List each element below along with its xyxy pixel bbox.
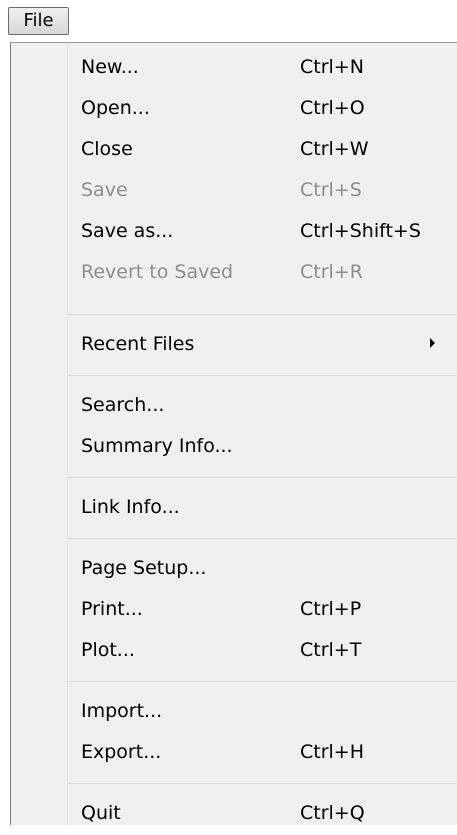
menu-item-search[interactable]: Search... bbox=[11, 387, 457, 427]
menu-item-save-as[interactable]: Save as... Ctrl+Shift+S bbox=[11, 213, 457, 253]
menu-item-close[interactable]: Close Ctrl+W bbox=[11, 131, 457, 171]
menu-item-print[interactable]: Print... Ctrl+P bbox=[11, 591, 457, 631]
menu-item-quit[interactable]: Quit Ctrl+Q bbox=[11, 795, 457, 835]
menu-item-label: Plot... bbox=[81, 639, 135, 661]
menu-item-shortcut: Ctrl+T bbox=[300, 639, 362, 661]
menu-separator bbox=[68, 314, 457, 315]
menu-item-shortcut: Ctrl+S bbox=[300, 179, 362, 201]
menu-item-shortcut: Ctrl+R bbox=[300, 261, 363, 283]
submenu-arrow-icon bbox=[430, 338, 435, 348]
menu-item-shortcut: Ctrl+H bbox=[300, 741, 365, 763]
menu-item-shortcut: Ctrl+P bbox=[300, 598, 362, 620]
menu-item-label: Search... bbox=[81, 394, 165, 416]
menu-item-plot[interactable]: Plot... Ctrl+T bbox=[11, 632, 457, 672]
menu-separator bbox=[68, 375, 457, 376]
menu-item-label: Open... bbox=[81, 97, 150, 119]
menu-item-link-info[interactable]: Link Info... bbox=[11, 489, 457, 529]
menu-item-shortcut: Ctrl+Q bbox=[300, 802, 365, 824]
menu-item-summary-info[interactable]: Summary Info... bbox=[11, 428, 457, 468]
menu-item-shortcut: Ctrl+O bbox=[300, 97, 365, 119]
menu-item-label: Save bbox=[81, 179, 128, 201]
menu-item-label: Page Setup... bbox=[81, 557, 207, 579]
menu-item-label: Export... bbox=[81, 741, 162, 763]
menu-item-new[interactable]: New... Ctrl+N bbox=[11, 49, 457, 89]
menu-item-label: Quit bbox=[81, 802, 121, 824]
menu-separator bbox=[68, 477, 457, 478]
menu-item-label: Recent Files bbox=[81, 333, 195, 355]
menu-item-label: Revert to Saved bbox=[81, 261, 234, 283]
menu-item-save: Save Ctrl+S bbox=[11, 172, 457, 212]
menu-separator bbox=[68, 681, 457, 682]
file-menu-dropdown: New... Ctrl+N Open... Ctrl+O Close Ctrl+… bbox=[10, 42, 457, 825]
menu-item-label: Save as... bbox=[81, 220, 174, 242]
file-menu-button[interactable]: File bbox=[8, 7, 69, 35]
menu-bar: File bbox=[0, 0, 457, 44]
menu-item-label: Link Info... bbox=[81, 496, 180, 518]
menu-item-recent-files[interactable]: Recent Files bbox=[11, 326, 457, 366]
menu-separator bbox=[68, 783, 457, 784]
menu-item-revert-to-saved: Revert to Saved Ctrl+R bbox=[11, 254, 457, 294]
menu-item-shortcut: Ctrl+W bbox=[300, 138, 369, 160]
menu-item-page-setup[interactable]: Page Setup... bbox=[11, 550, 457, 590]
menu-item-shortcut: Ctrl+N bbox=[300, 56, 364, 78]
menu-item-label: Print... bbox=[81, 598, 143, 620]
menu-item-label: New... bbox=[81, 56, 139, 78]
menu-separator bbox=[68, 538, 457, 539]
menu-item-import[interactable]: Import... bbox=[11, 693, 457, 733]
menu-item-label: Summary Info... bbox=[81, 435, 233, 457]
menu-item-label: Import... bbox=[81, 700, 163, 722]
menu-item-label: Close bbox=[81, 138, 133, 160]
menu-item-shortcut: Ctrl+Shift+S bbox=[300, 220, 421, 242]
menu-item-open[interactable]: Open... Ctrl+O bbox=[11, 90, 457, 130]
menu-item-export[interactable]: Export... Ctrl+H bbox=[11, 734, 457, 774]
